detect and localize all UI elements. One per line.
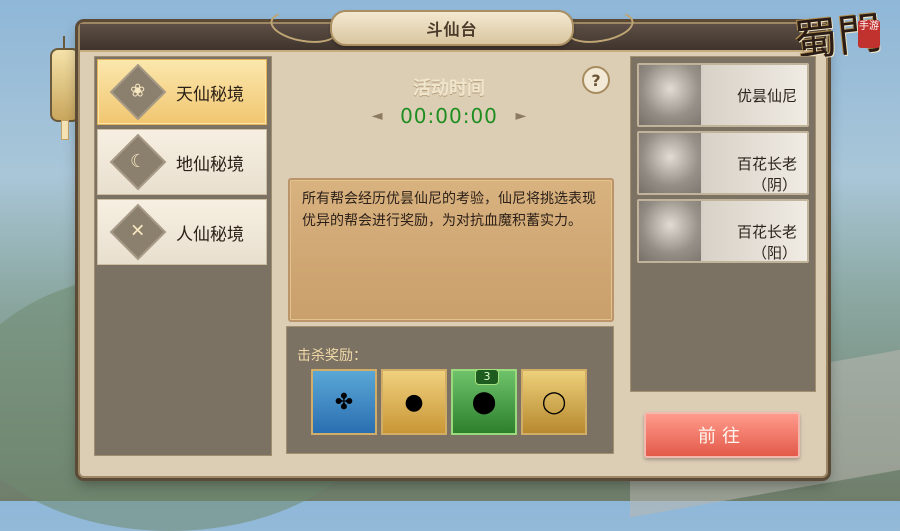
- activity-description: 所有帮会经历优昙仙尼的考验，仙尼将挑选表现优异的帮会进行奖励，为对抗血魔积蓄实力…: [302, 191, 596, 229]
- activity-time-value: 00:00:00: [400, 104, 498, 128]
- boss-portrait: [639, 65, 701, 125]
- boss-list: 优昙仙尼 百花长老（阴） 百花长老（阳）: [630, 56, 816, 392]
- boss-portrait: [639, 133, 701, 193]
- activity-description-box: 所有帮会经历优昙仙尼的考验，仙尼将挑选表现优异的帮会进行奖励，为对抗血魔积蓄实力…: [288, 178, 614, 322]
- boss-portrait: [639, 201, 701, 261]
- dialog-title-text: 斗仙台: [426, 20, 478, 39]
- item-count-badge: 3: [475, 369, 499, 385]
- activity-time-row: ◄ 00:00:00 ►: [282, 104, 616, 128]
- boss-card[interactable]: 百花长老（阳）: [637, 199, 809, 263]
- tab-renxian[interactable]: ✕ 人仙秘境: [97, 199, 267, 265]
- game-logo-seal: 手游: [858, 20, 880, 48]
- boss-card[interactable]: 百花长老（阴）: [637, 131, 809, 195]
- rewards-label: 击杀奖励：: [297, 348, 367, 364]
- crossed-swords-icon: ✕: [109, 203, 167, 261]
- tab-label: 天仙秘境: [176, 84, 244, 105]
- lantern-decoration: [50, 36, 80, 140]
- rewards-box: 击杀奖励： ✤ ● 3 ⬤ ◯: [286, 326, 614, 454]
- boss-name: 百花长老（阳）: [736, 223, 797, 262]
- green-orb-icon[interactable]: 3 ⬤: [451, 369, 517, 435]
- lotus-icon: ❀: [109, 63, 167, 121]
- moon-cloud-icon: ☾: [109, 133, 167, 191]
- boss-name: 优昙仙尼: [736, 87, 797, 105]
- dialog-title: 斗仙台: [330, 10, 574, 46]
- boss-name: 百花长老（阴）: [736, 155, 797, 194]
- tab-dixian[interactable]: ☾ 地仙秘境: [97, 129, 267, 195]
- jade-amulet-icon[interactable]: ✤: [311, 369, 377, 435]
- tab-label: 人仙秘境: [176, 224, 244, 245]
- rewards-items: ✤ ● 3 ⬤ ◯: [311, 369, 587, 435]
- go-button-label: 前往: [698, 426, 746, 447]
- tab-label: 地仙秘境: [176, 154, 244, 175]
- arrow-left-icon: ◄: [371, 108, 383, 124]
- activity-time-title: 活动时间: [413, 78, 485, 99]
- ring-icon[interactable]: ◯: [521, 369, 587, 435]
- purple-gem-egg-icon[interactable]: ●: [381, 369, 447, 435]
- arrow-right-icon: ►: [515, 108, 527, 124]
- tab-tianxian[interactable]: ❀ 天仙秘境: [97, 59, 267, 125]
- boss-card[interactable]: 优昙仙尼: [637, 63, 809, 127]
- realm-tab-list: ❀ 天仙秘境 ☾ 地仙秘境 ✕ 人仙秘境: [94, 56, 272, 456]
- activity-info: ? 活动时间 ◄ 00:00:00 ► 所有帮会经历优昙仙尼的考验，仙尼将挑选表…: [282, 56, 616, 454]
- go-button[interactable]: 前往: [644, 412, 800, 458]
